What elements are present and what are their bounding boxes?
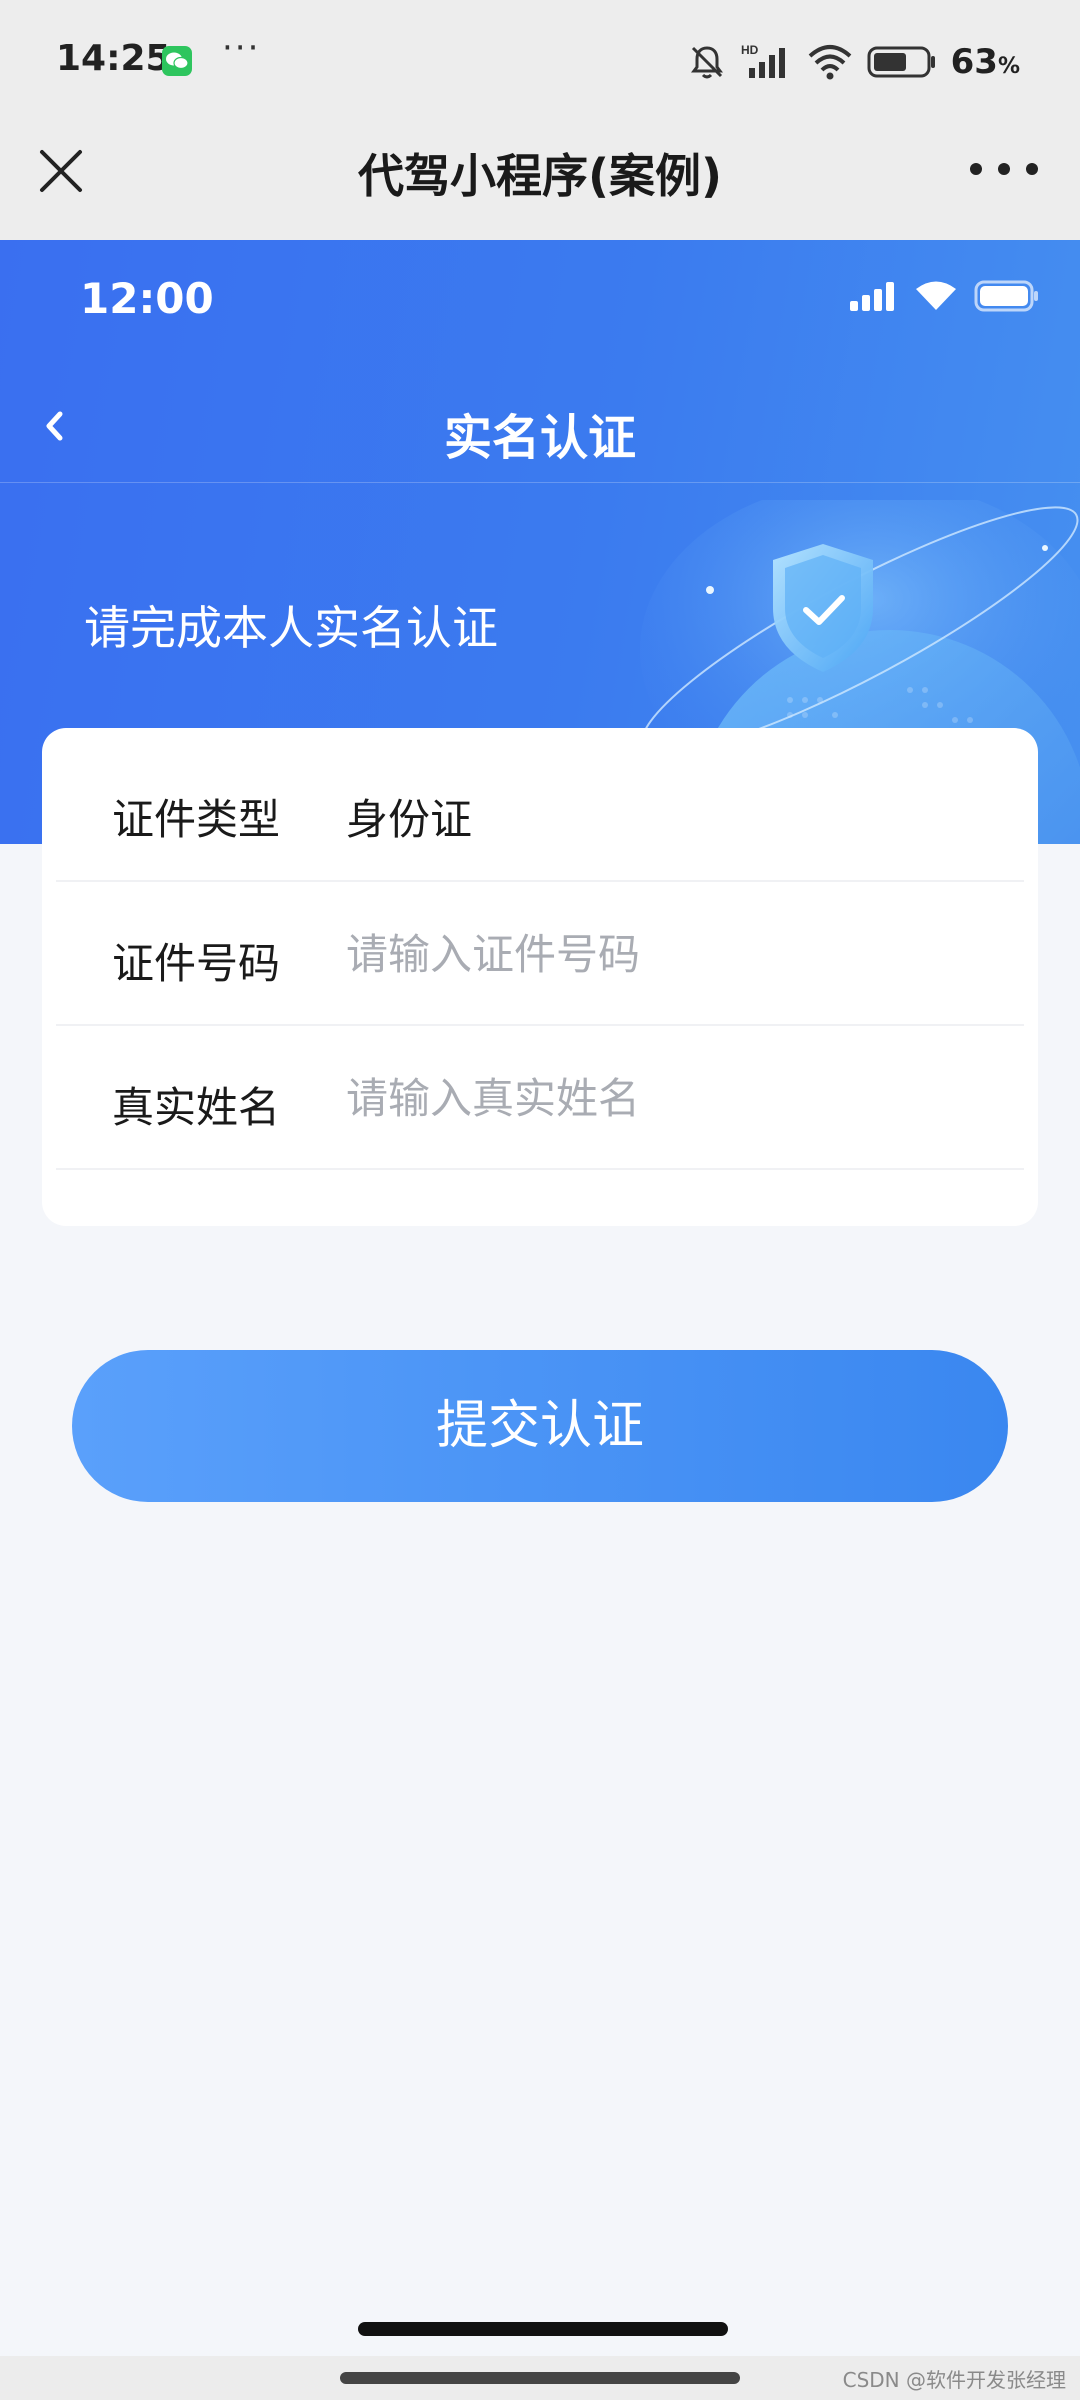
battery-icon bbox=[867, 46, 935, 78]
real-name-input[interactable] bbox=[346, 1066, 946, 1130]
hd-signal-icon: HD bbox=[741, 43, 785, 78]
system-indicators: HD 63% bbox=[687, 40, 1020, 84]
battery-percent: 63% bbox=[950, 42, 1020, 82]
home-indicator[interactable] bbox=[358, 2322, 728, 2336]
system-navigation-bar: CSDN @软件开发张经理 bbox=[0, 2356, 1080, 2400]
id-number-input[interactable] bbox=[346, 922, 946, 986]
page-title: 实名认证 bbox=[443, 410, 636, 466]
id-number-label: 证件号码 bbox=[112, 939, 281, 988]
real-name-label: 真实姓名 bbox=[112, 1083, 281, 1132]
notification-more-icon: ··· bbox=[222, 28, 261, 68]
submit-verification-button[interactable]: 提交认证 bbox=[72, 1350, 1008, 1502]
more-icon[interactable] bbox=[970, 154, 1038, 184]
battery-icon bbox=[974, 280, 1038, 312]
id-type-value[interactable]: 身份证 bbox=[346, 786, 472, 847]
watermark: CSDN @软件开发张经理 bbox=[842, 2368, 1066, 2392]
inner-status-indicators bbox=[850, 280, 1040, 312]
signal-icon bbox=[850, 282, 894, 311]
form-row-id-type[interactable]: 证件类型 身份证 bbox=[56, 738, 1024, 882]
form-row-real-name: 真实姓名 bbox=[56, 1026, 1024, 1170]
form-row-id-number: 证件号码 bbox=[56, 882, 1024, 1026]
verification-tip: 请完成本人实名认证 bbox=[84, 601, 498, 655]
wifi-icon bbox=[916, 281, 956, 310]
mute-bell-icon bbox=[690, 46, 723, 79]
id-type-label: 证件类型 bbox=[112, 795, 281, 844]
wifi-icon bbox=[808, 45, 851, 80]
gesture-bar[interactable] bbox=[340, 2372, 740, 2384]
inner-status-time: 12:00 bbox=[80, 274, 214, 323]
wechat-icon bbox=[162, 46, 192, 76]
svg-text:HD: HD bbox=[741, 43, 759, 57]
verification-form: 证件类型 身份证 证件号码 真实姓名 bbox=[42, 728, 1038, 1226]
mini-program-title: 代驾小程序(案例) bbox=[357, 149, 723, 203]
header-divider bbox=[0, 482, 1080, 483]
system-status-bar: 14:25 ··· HD 63% bbox=[0, 0, 1080, 124]
system-time: 14:25 bbox=[56, 38, 171, 79]
mini-program-nav-bar: 代驾小程序(案例) bbox=[0, 124, 1080, 240]
